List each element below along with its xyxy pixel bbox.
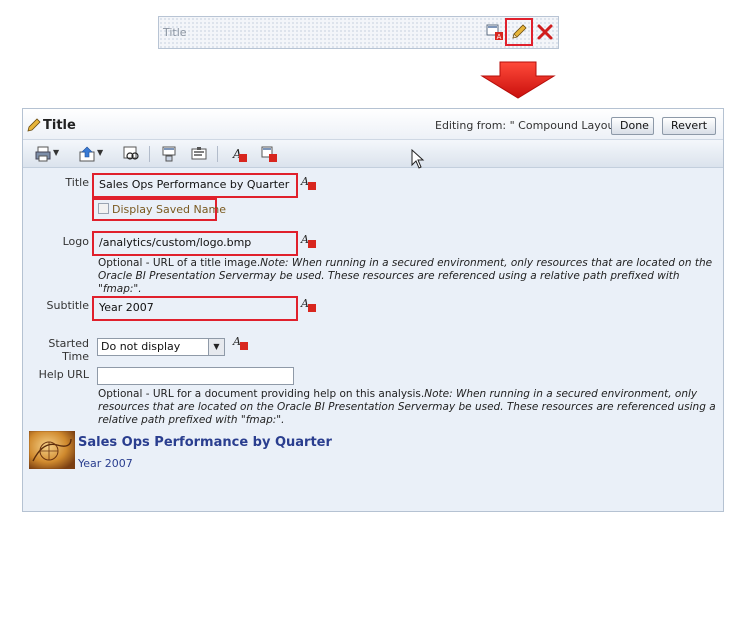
help-url-input[interactable] <box>97 367 294 385</box>
format-text-icon[interactable]: A <box>300 174 316 190</box>
svg-text:A: A <box>300 233 309 246</box>
clear-format-icon[interactable] <box>261 146 277 162</box>
preview-title: Sales Ops Performance by Quarter <box>78 435 332 450</box>
refresh-icon[interactable] <box>161 146 177 162</box>
help-url-help-plain: Optional - URL for a document providing … <box>98 388 425 400</box>
help-url-help-text: Optional - URL for a document providing … <box>98 388 718 427</box>
display-saved-name-label: Display Saved Name <box>112 203 226 216</box>
svg-text:A: A <box>232 335 241 348</box>
svg-text:A: A <box>497 33 502 41</box>
title-editor-panel: Title Editing from: " Compound Layout" D… <box>22 108 724 512</box>
done-button[interactable]: Done <box>611 117 654 135</box>
title-input[interactable]: Sales Ops Performance by Quarter <box>95 176 295 194</box>
editor-toolbar: ▼ ▼ A <box>23 140 723 168</box>
title-label: Title <box>65 176 89 189</box>
panel-header: Title Editing from: " Compound Layout" D… <box>23 109 723 140</box>
export-icon[interactable] <box>79 146 95 162</box>
svg-text:A: A <box>300 297 309 310</box>
format-text-icon[interactable]: A <box>231 146 247 162</box>
edit-pencil-icon[interactable] <box>510 23 528 41</box>
help-url-label: Help URL <box>38 368 89 381</box>
chevron-down-icon[interactable]: ▼ <box>208 339 224 355</box>
display-saved-name-checkbox[interactable] <box>98 203 109 214</box>
format-text-icon[interactable]: A <box>232 334 248 350</box>
toolbar-separator <box>149 146 150 162</box>
editing-from-label: Editing from: " Compound Layout" <box>435 119 624 132</box>
mouse-cursor-icon <box>411 148 425 172</box>
revert-button[interactable]: Revert <box>662 117 716 135</box>
title-view-bar: Title A <box>158 16 559 49</box>
preview-subtitle: Year 2007 <box>78 457 133 470</box>
subtitle-label: Subtitle <box>46 299 89 312</box>
print-icon[interactable] <box>35 146 51 162</box>
logo-image <box>28 430 76 470</box>
down-arrow-icon <box>478 60 558 100</box>
svg-text:A: A <box>300 175 309 188</box>
started-time-select[interactable]: Do not display <box>97 338 225 356</box>
title-view-label: Title <box>163 26 187 39</box>
panel-title: Title <box>43 118 76 133</box>
preview-icon[interactable] <box>123 146 139 162</box>
logo-label: Logo <box>62 235 89 248</box>
logo-help-text: Optional - URL of a title image.Note: Wh… <box>98 257 718 296</box>
chevron-down-icon[interactable]: ▼ <box>53 148 59 157</box>
format-text-icon[interactable]: A <box>300 232 316 248</box>
started-time-value: Do not display <box>101 340 181 353</box>
format-view-icon[interactable]: A <box>486 23 504 41</box>
properties-icon[interactable] <box>191 146 207 162</box>
logo-help-plain: Optional - URL of a title image. <box>98 257 261 269</box>
chevron-down-icon[interactable]: ▼ <box>97 148 103 157</box>
delete-x-icon[interactable] <box>536 23 554 41</box>
format-text-icon[interactable]: A <box>300 296 316 312</box>
toolbar-separator <box>217 146 218 162</box>
logo-input[interactable]: /analytics/custom/logo.bmp <box>95 234 295 252</box>
started-time-label: Started Time <box>48 337 89 363</box>
subtitle-input[interactable]: Year 2007 <box>95 299 295 317</box>
edit-pencil-icon <box>26 117 42 133</box>
